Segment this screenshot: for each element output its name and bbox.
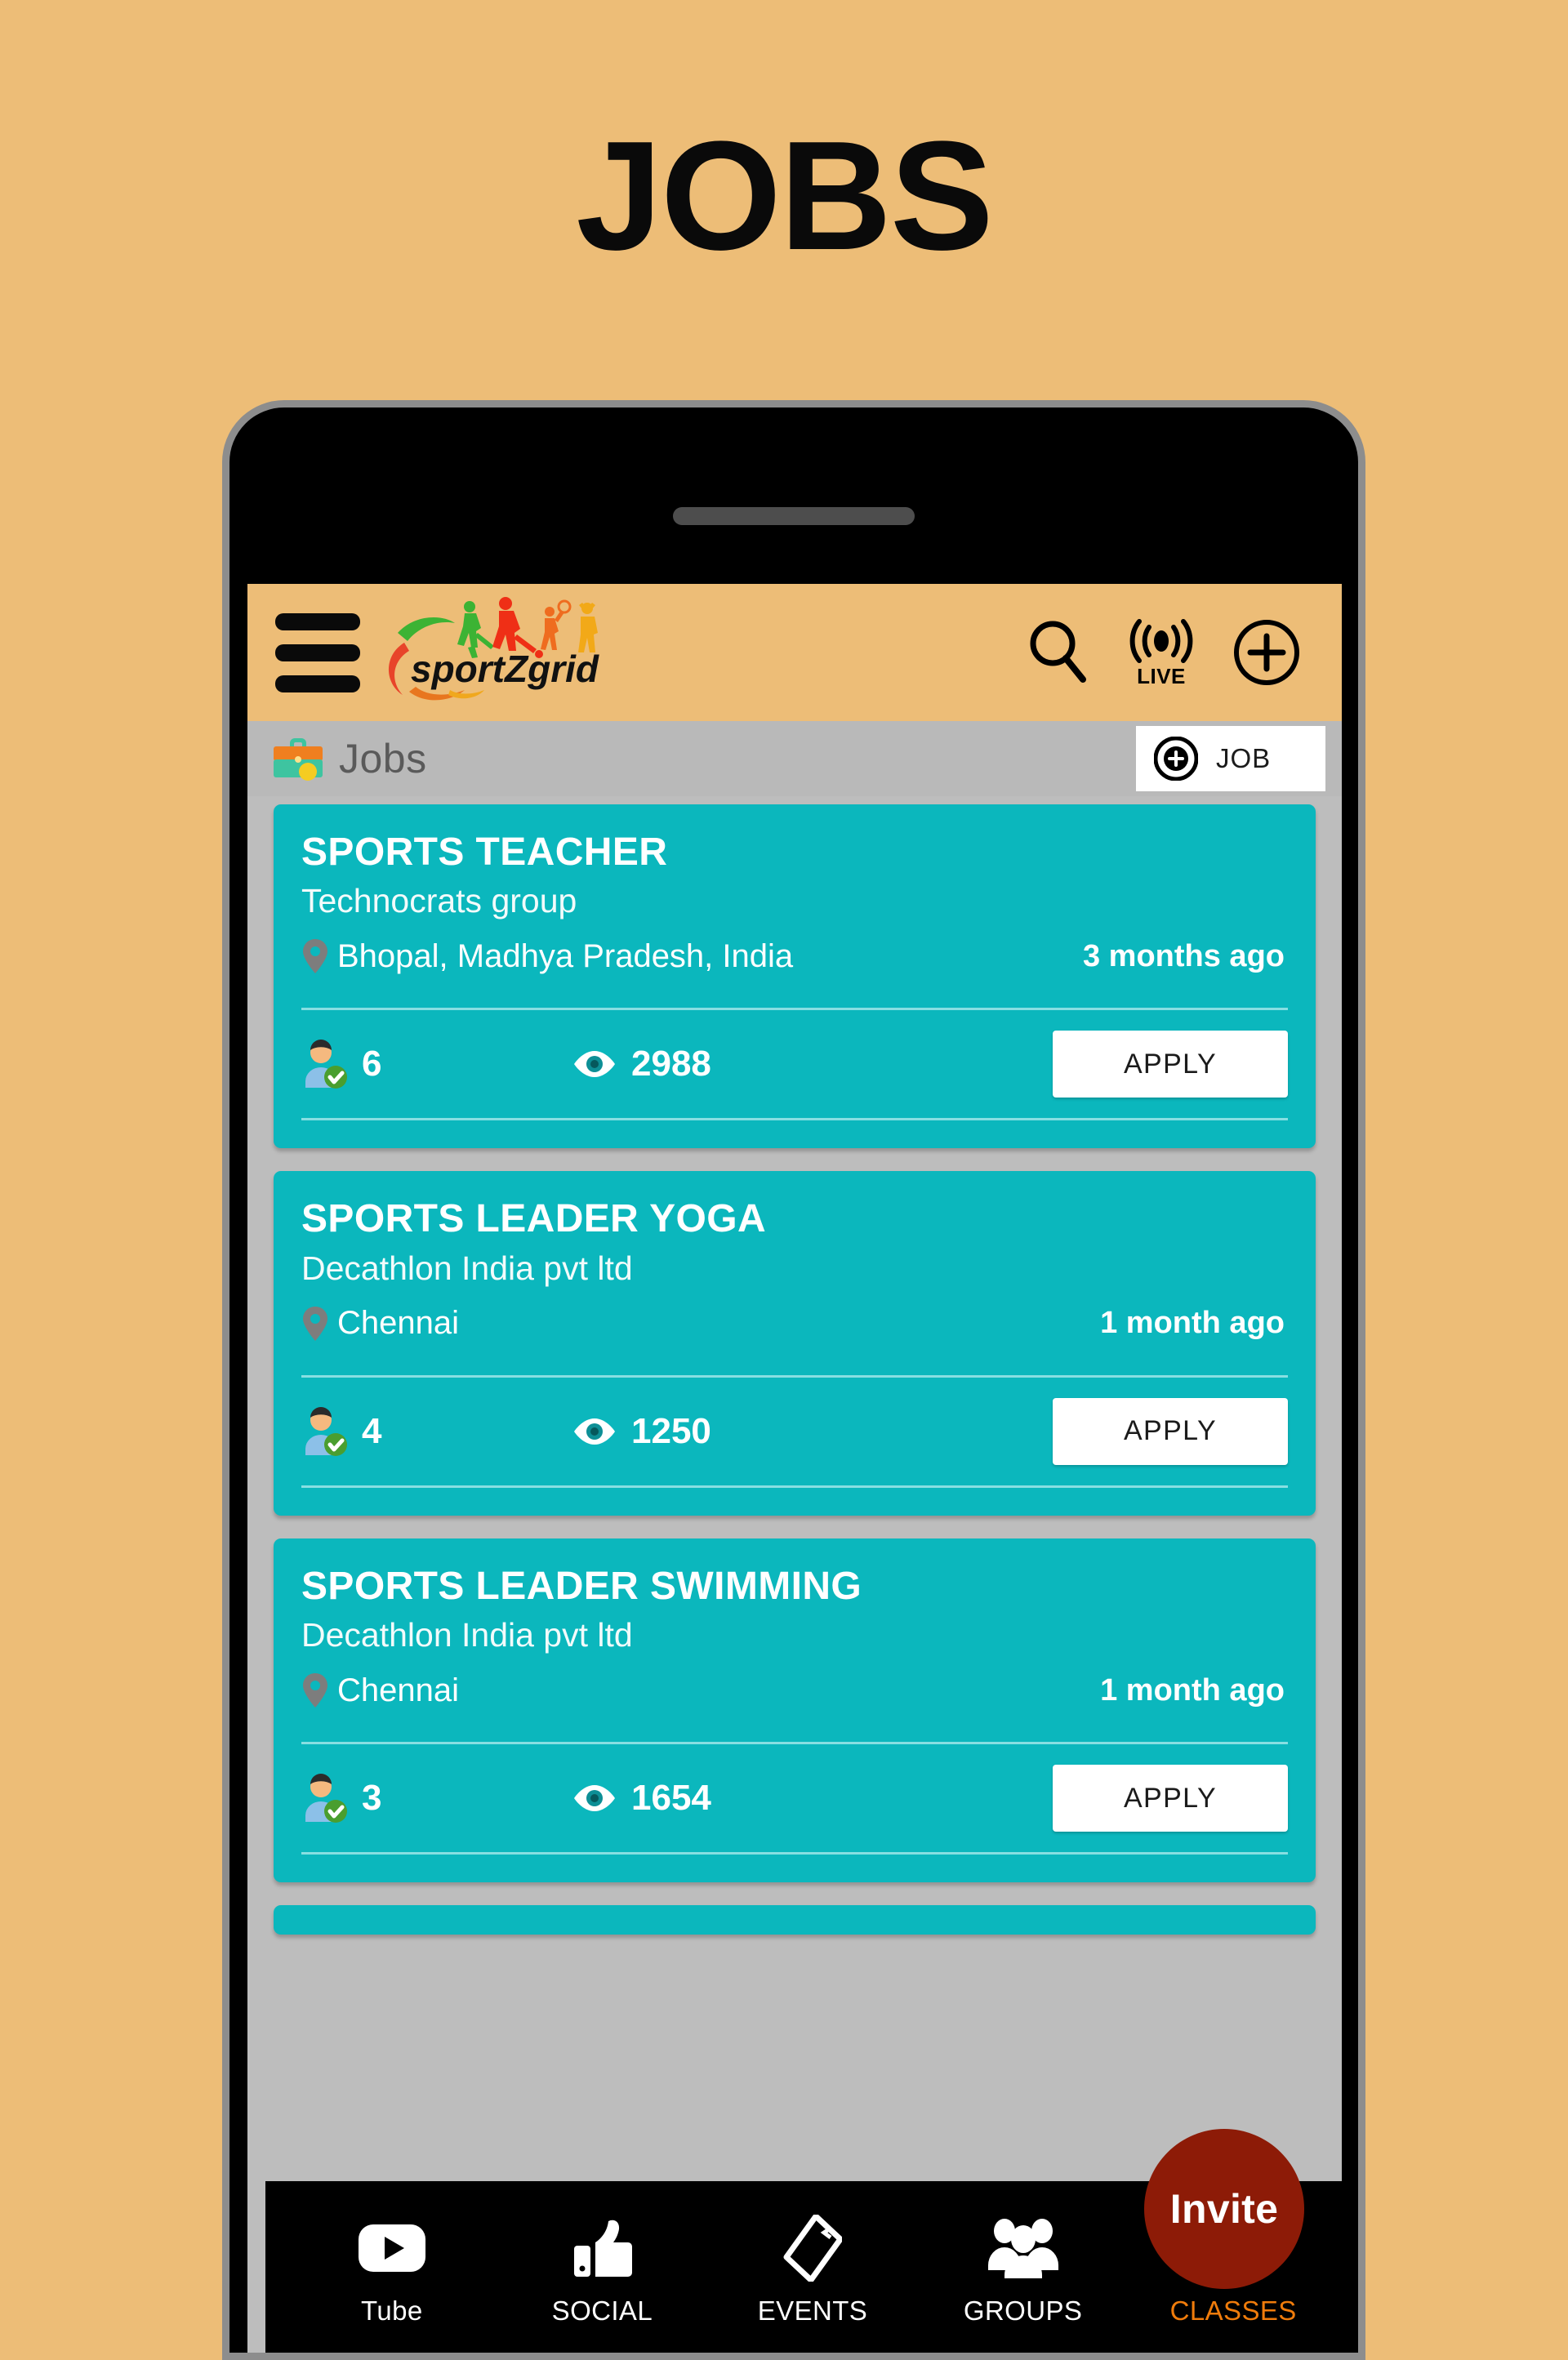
eye-views-icon <box>574 1785 615 1812</box>
jobs-section-header: Jobs JOB <box>247 721 1342 796</box>
job-title: SPORTS LEADER YOGA <box>301 1197 767 1241</box>
applicants-count: 6 <box>362 1044 382 1084</box>
thumbs-up-icon <box>571 2214 633 2282</box>
job-card[interactable]: SPORTS TEACHER Technocrats group Bhopal,… <box>274 804 1316 1149</box>
card-divider-bottom <box>301 1485 1288 1488</box>
invite-button[interactable]: Invite <box>1144 2129 1304 2289</box>
eye-views-icon <box>574 1418 615 1445</box>
nav-label-social: SOCIAL <box>551 2295 653 2326</box>
location-pin-icon <box>303 939 327 974</box>
search-icon[interactable] <box>1025 618 1090 687</box>
eye-views-icon <box>574 1051 615 1078</box>
apply-button[interactable]: APPLY <box>1053 1765 1288 1832</box>
app-top-bar: sportZgrid LIVE <box>247 584 1342 721</box>
app-bar-actions: LIVE <box>1025 617 1314 689</box>
post-job-label: JOB <box>1216 743 1272 773</box>
job-posted-time: 3 months ago <box>1082 938 1285 973</box>
job-title: SPORTS LEADER SWIMMING <box>301 1564 862 1608</box>
post-job-button[interactable]: JOB <box>1136 726 1325 791</box>
job-location-text: Bhopal, Madhya Pradesh, India <box>337 937 794 974</box>
applicants-stat: 6 <box>301 1039 571 1089</box>
applicants-stat: 4 <box>301 1406 571 1457</box>
page-title: Jobs <box>339 736 427 781</box>
card-footer-space <box>301 1120 1288 1148</box>
add-target-icon <box>1154 737 1198 781</box>
job-card[interactable]: SPORTS LEADER SWIMMING Decathlon India p… <box>274 1538 1316 1883</box>
job-location: Bhopal, Madhya Pradesh, India <box>301 937 793 975</box>
views-count: 1654 <box>631 1778 711 1819</box>
applicants-count: 3 <box>362 1778 382 1819</box>
card-divider-bottom <box>301 1852 1288 1855</box>
views-stat: 1250 <box>571 1411 1053 1452</box>
nav-item-social[interactable]: SOCIAL <box>528 2214 675 2327</box>
job-posted-time: 1 month ago <box>1100 1672 1285 1708</box>
job-meta-row: Chennai 1 month ago <box>301 1305 1288 1343</box>
svg-text:sportZgrid: sportZgrid <box>411 648 599 690</box>
job-title: SPORTS TEACHER <box>301 830 668 874</box>
location-pin-icon <box>303 1306 327 1341</box>
views-stat: 1654 <box>571 1778 1053 1819</box>
verified-applicant-icon <box>305 1406 347 1456</box>
job-list: SPORTS TEACHER Technocrats group Bhopal,… <box>247 796 1342 1935</box>
phone-screen: sportZgrid LIVE Jobs JOB SPORTS TEACHER … <box>247 584 1342 2353</box>
phone-speaker-grille <box>673 507 915 525</box>
job-stats-row: 3 1654 APPLY <box>301 1744 1288 1852</box>
job-location-text: Chennai <box>337 1672 460 1708</box>
verified-applicant-icon <box>305 1040 347 1089</box>
job-location-text: Chennai <box>337 1305 460 1342</box>
job-card[interactable]: SPORTS LEADER YOGA Decathlon India pvt l… <box>274 1171 1316 1516</box>
job-company: Decathlon India pvt ltd <box>301 1249 633 1287</box>
applicants-count: 4 <box>362 1410 382 1451</box>
poster-title: JOBS <box>576 109 993 283</box>
nav-label-groups: GROUPS <box>963 2295 1083 2326</box>
job-company: Decathlon India pvt ltd <box>301 1616 633 1654</box>
card-footer-space <box>301 1488 1288 1516</box>
nav-item-events[interactable]: EVENTS <box>739 2214 886 2327</box>
verified-applicant-icon <box>305 1774 347 1823</box>
job-posted-time: 1 month ago <box>1100 1306 1285 1341</box>
apply-button[interactable]: APPLY <box>1053 1031 1288 1098</box>
job-company: Technocrats group <box>301 882 577 920</box>
add-circle-icon[interactable] <box>1232 618 1301 687</box>
job-location: Chennai <box>301 1672 459 1709</box>
ticket-icon <box>783 2214 842 2282</box>
views-count: 2988 <box>631 1044 711 1084</box>
job-card-partial[interactable] <box>274 1905 1316 1935</box>
people-group-icon <box>985 2214 1062 2282</box>
views-stat: 2988 <box>571 1044 1053 1084</box>
live-broadcast-icon[interactable]: LIVE <box>1128 617 1195 689</box>
sportzgrid-logo[interactable]: sportZgrid <box>373 595 618 710</box>
apply-button[interactable]: APPLY <box>1053 1397 1288 1465</box>
location-pin-icon <box>303 1673 327 1708</box>
briefcase-icon <box>272 735 324 782</box>
nav-item-tube[interactable]: Tube <box>318 2214 466 2327</box>
job-stats-row: 4 1250 APPLY <box>301 1378 1288 1485</box>
card-divider-bottom <box>301 1118 1288 1121</box>
nav-item-groups[interactable]: GROUPS <box>950 2214 1097 2327</box>
job-meta-row: Bhopal, Madhya Pradesh, India 3 months a… <box>301 937 1288 975</box>
job-location: Chennai <box>301 1305 459 1343</box>
nav-label-events: EVENTS <box>757 2295 868 2326</box>
live-label: LIVE <box>1137 663 1186 688</box>
applicants-stat: 3 <box>301 1773 571 1823</box>
youtube-play-icon <box>357 2214 427 2282</box>
nav-label-classes: CLASSES <box>1169 2295 1297 2326</box>
nav-label-tube: Tube <box>361 2295 423 2326</box>
views-count: 1250 <box>631 1410 711 1451</box>
card-footer-space <box>301 1855 1288 1882</box>
phone-mockup: sportZgrid LIVE Jobs JOB SPORTS TEACHER … <box>222 400 1365 2360</box>
job-stats-row: 6 2988 APPLY <box>301 1010 1288 1118</box>
hamburger-menu-icon[interactable] <box>275 612 360 692</box>
job-meta-row: Chennai 1 month ago <box>301 1672 1288 1709</box>
